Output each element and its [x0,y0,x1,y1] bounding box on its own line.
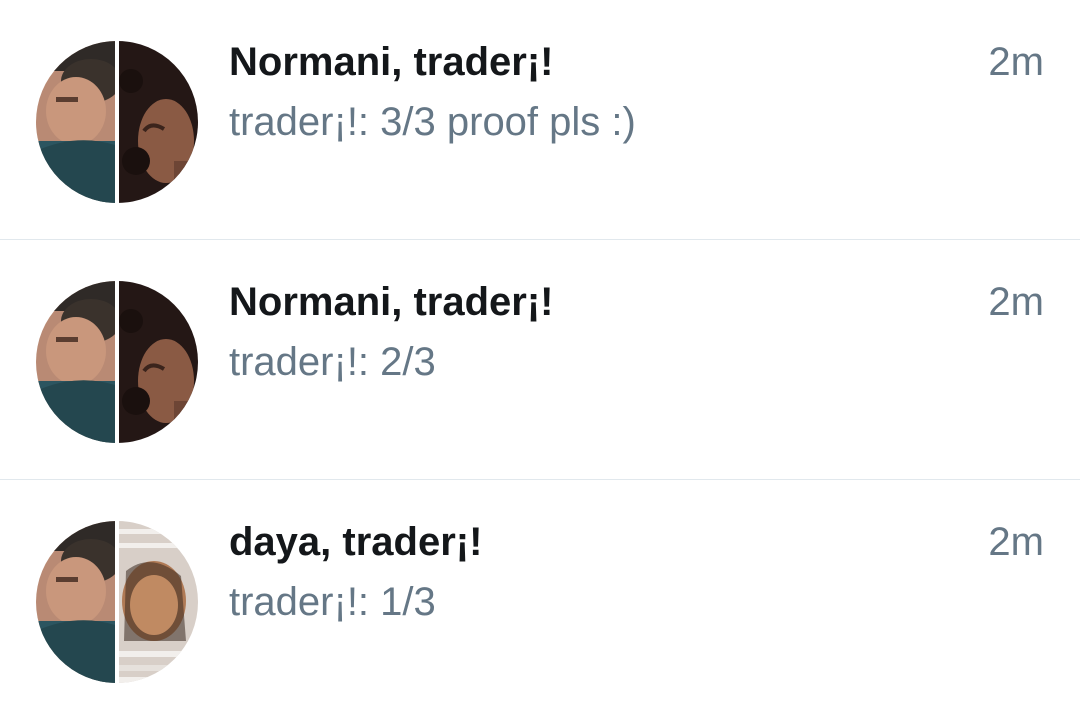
conversation-timestamp: 2m [988,40,1044,84]
conversation-preview: trader¡!: 2/3 [229,340,436,384]
conversation-list: Normani, trader¡! trader¡!: 3/3 proof pl… [0,0,1080,718]
conversation-title: Normani, trader¡! [229,280,554,324]
conversation-timestamp: 2m [988,280,1044,324]
conversation-row[interactable]: Normani, trader¡! trader¡!: 2/3 2m [0,240,1080,480]
group-avatar[interactable] [36,41,198,203]
conversation-row[interactable]: daya, trader¡! trader¡!: 1/3 2m [0,480,1080,718]
group-avatar-image [36,521,198,683]
group-avatar[interactable] [36,521,198,683]
conversation-timestamp: 2m [988,520,1044,564]
conversation-preview: trader¡!: 1/3 [229,580,436,624]
group-avatar-image [36,41,198,203]
conversation-row[interactable]: Normani, trader¡! trader¡!: 3/3 proof pl… [0,0,1080,240]
conversation-title: daya, trader¡! [229,520,483,564]
conversation-title: Normani, trader¡! [229,40,554,84]
group-avatar[interactable] [36,281,198,443]
group-avatar-image [36,281,198,443]
conversation-preview: trader¡!: 3/3 proof pls :) [229,100,636,144]
